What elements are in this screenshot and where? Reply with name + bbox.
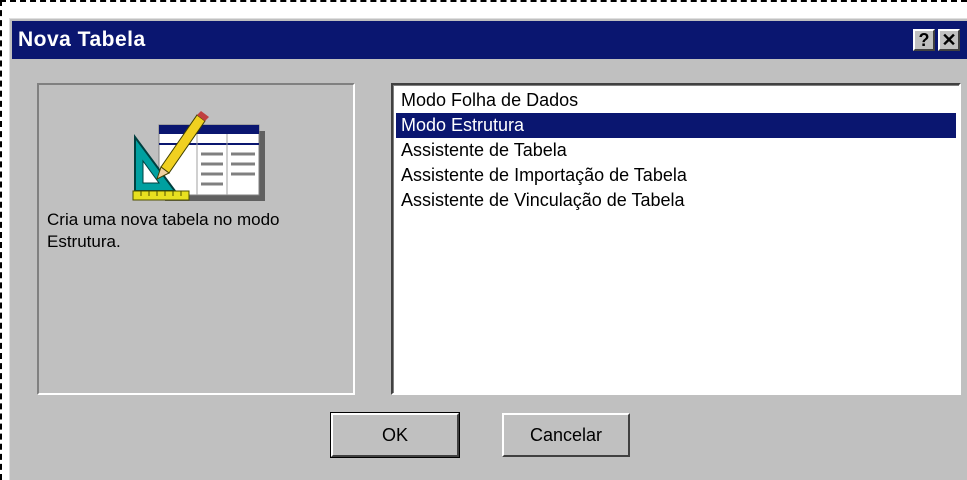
close-button[interactable]: ✕ xyxy=(938,29,960,51)
new-table-dialog: Nova Tabela ? ✕ Cria uma nova tabela no … xyxy=(9,18,967,480)
list-item-design-view[interactable]: Modo Estrutura xyxy=(396,113,956,138)
help-button[interactable]: ? xyxy=(913,29,935,51)
list-item-import-table[interactable]: Assistente de Importação de Tabela xyxy=(396,163,956,188)
selection-frame-left xyxy=(0,0,2,480)
list-item-table-wizard[interactable]: Assistente de Tabela xyxy=(396,138,956,163)
table-design-icon xyxy=(132,111,265,201)
preview-description: Cria uma nova tabela no modo Estrutura. xyxy=(47,210,280,251)
table-mode-listbox[interactable]: Modo Folha de Dados Modo Estrutura Assis… xyxy=(391,83,961,395)
dialog-title: Nova Tabela xyxy=(18,28,146,51)
list-item-datasheet[interactable]: Modo Folha de Dados xyxy=(396,88,956,113)
preview-panel: Cria uma nova tabela no modo Estrutura. xyxy=(37,83,355,395)
title-bar[interactable]: Nova Tabela ? ✕ xyxy=(12,21,967,59)
ok-button[interactable]: OK xyxy=(330,412,460,458)
cancel-button[interactable]: Cancelar xyxy=(502,413,630,457)
list-item-link-table[interactable]: Assistente de Vinculação de Tabela xyxy=(396,188,956,213)
selection-frame-top xyxy=(0,0,967,2)
